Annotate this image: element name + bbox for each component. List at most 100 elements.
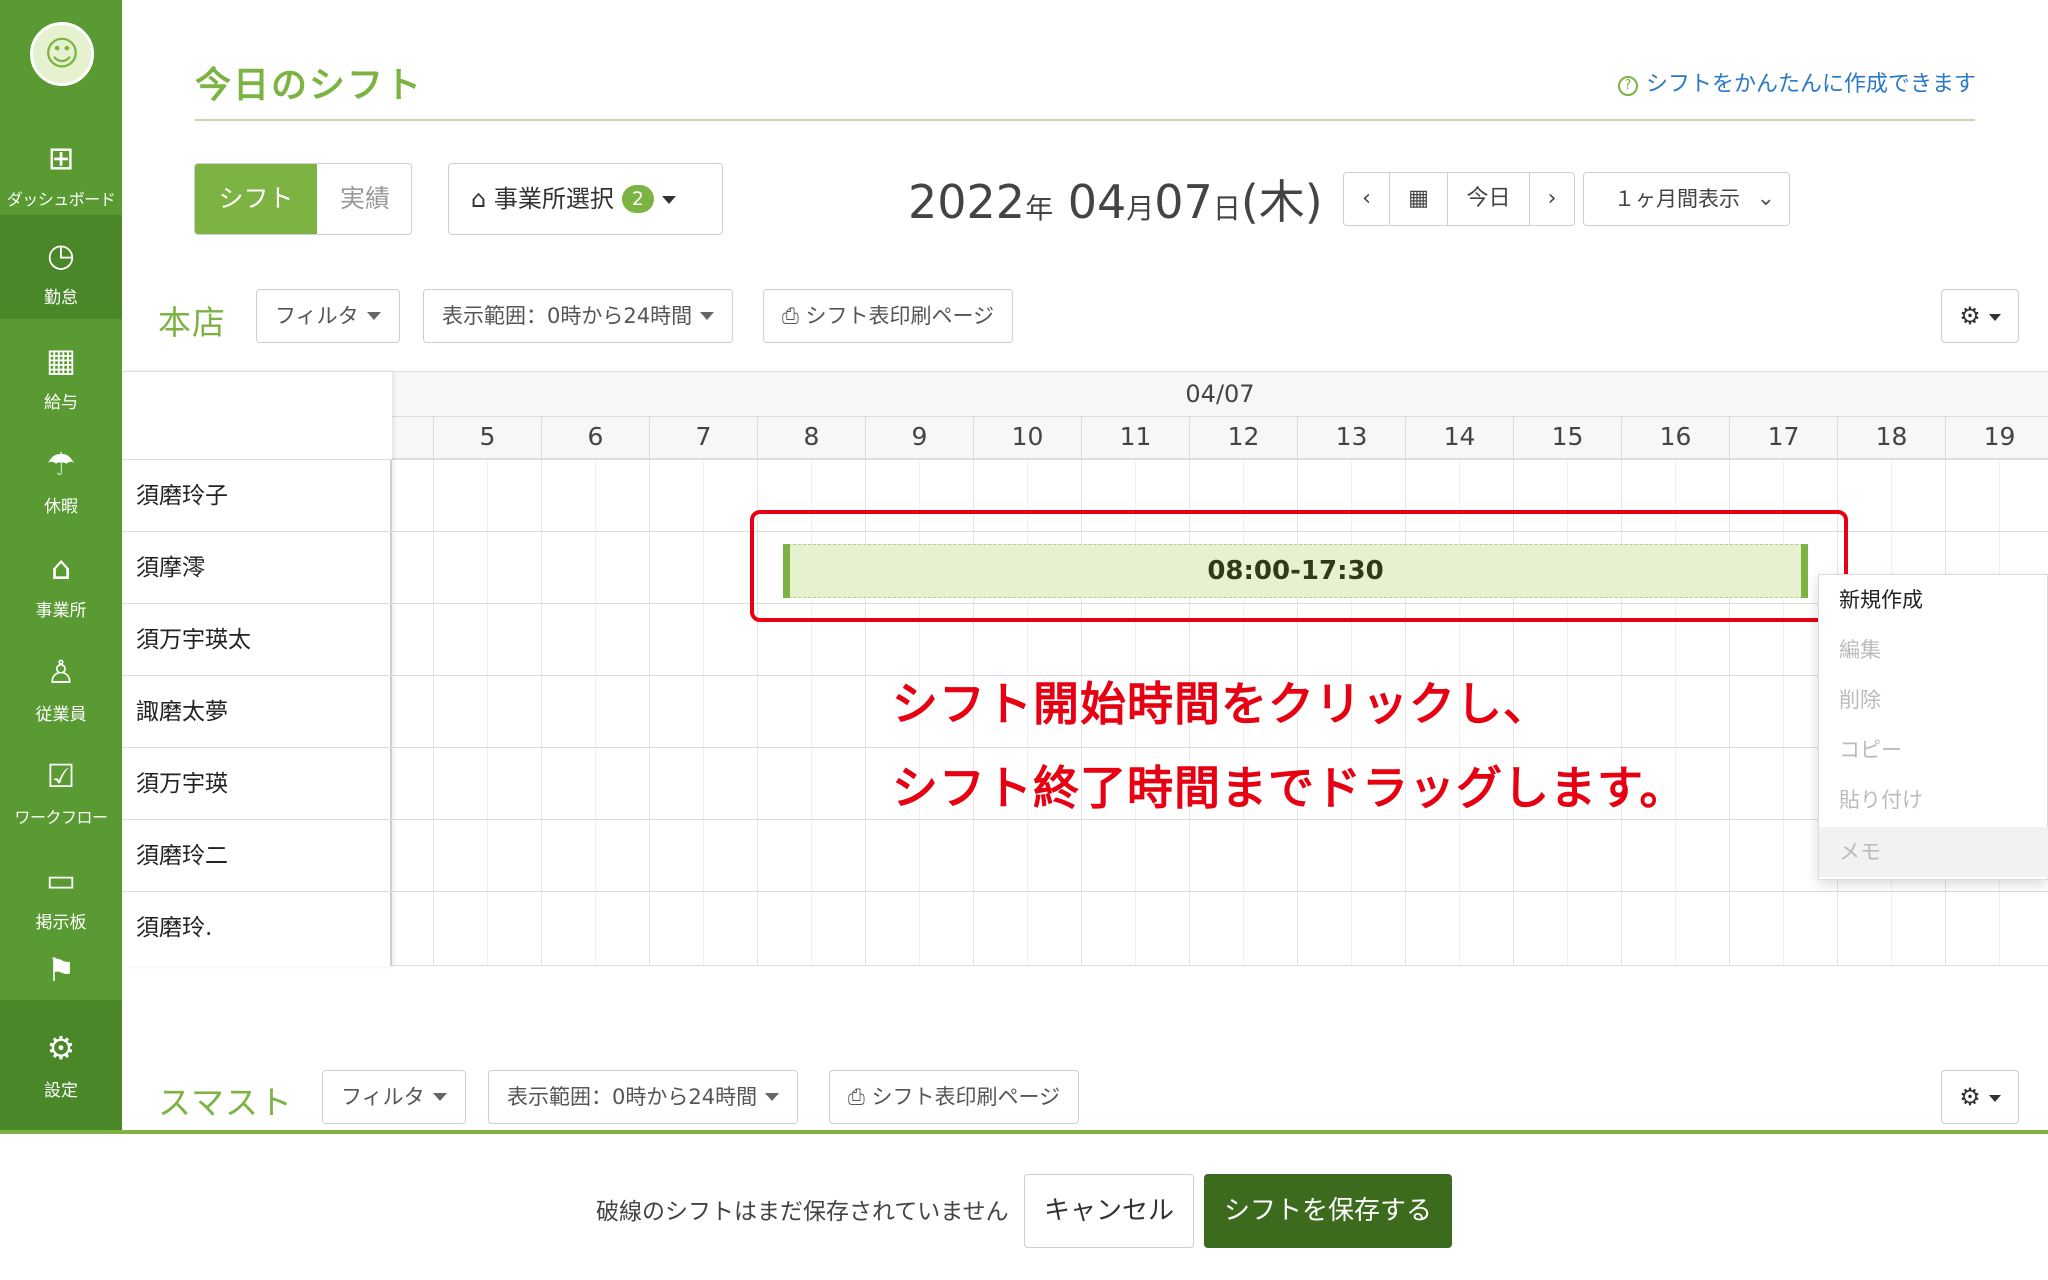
hour-label: 15: [1513, 417, 1621, 459]
sidebar-item-label: ダッシュボード: [6, 190, 116, 209]
sidebar-item-attendance[interactable]: ◷ 勤怠: [0, 215, 122, 319]
clock-icon: ◷: [47, 236, 75, 274]
hour-label: 17: [1729, 417, 1837, 459]
prev-day-button[interactable]: ‹: [1344, 173, 1390, 225]
sidebar-item-workflow[interactable]: ☑ ワークフロー: [0, 736, 122, 840]
date-day-unit: 日: [1212, 192, 1241, 225]
help-link-label: シフトをかんたんに作成できます: [1645, 72, 1976, 97]
section-settings-button[interactable]: ⚙: [1941, 289, 2019, 343]
view-range-value: １ヶ月間表示: [1614, 187, 1740, 211]
row-gridline: [392, 459, 2048, 460]
hour-label: 11: [1081, 417, 1189, 459]
employee-name-row[interactable]: 須摩澪: [122, 531, 392, 603]
sidebar-item-label: 従業員: [35, 705, 87, 725]
section-settings-button[interactable]: ⚙: [1941, 1070, 2019, 1124]
sidebar-item-employees[interactable]: ♙ 従業員: [0, 632, 122, 736]
caret-down-icon: [661, 196, 676, 204]
chevron-down-icon: ⌄: [1756, 186, 1775, 211]
sidebar-item-flag[interactable]: ⚑: [0, 944, 122, 1000]
employee-name-row[interactable]: 須磨玲二: [122, 819, 392, 891]
office-select-dropdown[interactable]: ⌂ 事業所選択 2: [448, 163, 723, 235]
hour-label: 14: [1405, 417, 1513, 459]
print-label: シフト表印刷ページ: [805, 304, 995, 328]
sidebar-item-offices[interactable]: ⌂ 事業所: [0, 528, 122, 632]
hour-label: 13: [1297, 417, 1405, 459]
filter-button[interactable]: フィルタ: [322, 1070, 466, 1124]
sidebar-item-label: 掲示板: [35, 913, 87, 933]
sidebar-item-payroll[interactable]: ▦ 給与: [0, 320, 122, 424]
sidebar-item-board[interactable]: ▭ 掲示板: [0, 840, 122, 944]
caret-down-icon: [1988, 314, 2001, 321]
toggle-shift-button[interactable]: シフト: [195, 164, 317, 234]
sidebar-item-settings[interactable]: ⚙ 設定: [0, 1008, 122, 1112]
annotation-highlight-box: [750, 510, 1848, 622]
print-shift-button[interactable]: ⎙ シフト表印刷ページ: [829, 1070, 1080, 1124]
hour-label: 18: [1837, 417, 1945, 459]
date-year-unit: 年: [1025, 192, 1054, 225]
message-board-icon: ▭: [45, 861, 77, 899]
date-month-unit: 月: [1126, 192, 1155, 225]
unsaved-message: 破線のシフトはまだ保存されていません: [596, 1199, 1009, 1225]
next-day-button[interactable]: ›: [1530, 173, 1574, 225]
filter-button[interactable]: フィルタ: [256, 289, 400, 343]
help-link[interactable]: ? シフトをかんたんに作成できます: [1617, 66, 1976, 98]
employee-name-row[interactable]: 諏磨太夢: [122, 675, 392, 747]
gear-icon: ⚙: [46, 1029, 76, 1067]
cancel-button[interactable]: キャンセル: [1024, 1174, 1194, 1248]
sidebar-item-dashboard[interactable]: ⊞ ダッシュボード: [0, 118, 122, 222]
hour-label: 10: [973, 417, 1081, 459]
date-navigation: ‹ ▦ 今日 ›: [1343, 172, 1575, 226]
date-month: 04: [1067, 175, 1127, 229]
gear-icon: ⚙: [1959, 1083, 1981, 1111]
menu-item-delete[interactable]: 削除: [1819, 675, 2048, 725]
home-icon: ⌂: [471, 185, 487, 213]
filter-label: フィルタ: [341, 1085, 425, 1109]
sidebar-settings-area: ⚙ 設定: [0, 1000, 122, 1130]
caret-down-icon: [765, 1093, 780, 1101]
toggle-actual-button[interactable]: 実績: [317, 164, 411, 234]
annotation-text-line1: シフト開始時間をクリックし、: [892, 677, 1550, 731]
sidebar-item-leave[interactable]: ☂ 休暇: [0, 424, 122, 528]
display-range-button[interactable]: 表示範囲：0時から24時間: [423, 289, 734, 343]
employee-name-row[interactable]: 須磨玲.: [122, 891, 392, 963]
user-avatar[interactable]: ☺: [30, 22, 94, 86]
row-gridline: [392, 965, 2048, 966]
menu-item-memo[interactable]: メモ: [1819, 827, 2048, 877]
office-select-label: 事業所選択: [493, 185, 614, 213]
app-root: ☺ ⊞ ダッシュボード ◷ 勤怠 ▦ 給与 ☂ 休暇 ⌂ 事業所 ♙ 従業員 ☑…: [0, 0, 2048, 1280]
menu-item-paste[interactable]: 貼り付け: [1819, 775, 2048, 825]
flag-icon: ⚑: [46, 951, 76, 989]
hour-label: 6: [541, 417, 649, 459]
view-range-select[interactable]: １ヶ月間表示 ⌄: [1583, 172, 1790, 226]
filter-label: フィルタ: [275, 304, 359, 328]
gear-icon: ⚙: [1959, 302, 1981, 330]
sidebar: ☺ ⊞ ダッシュボード ◷ 勤怠 ▦ 給与 ☂ 休暇 ⌂ 事業所 ♙ 従業員 ☑…: [0, 0, 122, 1130]
menu-item-copy[interactable]: コピー: [1819, 725, 2048, 775]
hour-label: 19: [1945, 417, 2048, 459]
caret-down-icon: [700, 312, 715, 320]
hour-label: 8: [757, 417, 865, 459]
save-shift-button[interactable]: シフトを保存する: [1204, 1174, 1452, 1248]
today-button[interactable]: 今日: [1448, 173, 1530, 225]
hour-gridline: [433, 459, 434, 966]
home-icon: ⌂: [50, 549, 72, 587]
print-shift-button[interactable]: ⎙ シフト表印刷ページ: [763, 289, 1014, 343]
shift-actual-toggle: シフト 実績: [194, 163, 412, 235]
menu-item-edit[interactable]: 編集: [1819, 625, 2048, 675]
date-weekday: (木): [1240, 175, 1323, 229]
sidebar-item-label: 勤怠: [44, 288, 78, 308]
date-year: 2022: [908, 175, 1026, 229]
employee-name-row[interactable]: 須万宇瑛太: [122, 603, 392, 675]
employee-name-row[interactable]: 須万宇瑛: [122, 747, 392, 819]
caret-down-icon: [1988, 1095, 2001, 1102]
hour-label: 4: [392, 417, 433, 459]
calculator-icon: ▦: [45, 341, 77, 379]
employee-name-row[interactable]: 須磨玲子: [122, 459, 392, 531]
calendar-button[interactable]: ▦: [1390, 173, 1448, 225]
timeline-date-header: 04/07: [392, 371, 2048, 417]
menu-item-new[interactable]: 新規作成: [1819, 575, 2048, 625]
hour-label: 9: [865, 417, 973, 459]
row-gridline: [392, 747, 2048, 748]
context-menu: 新規作成 編集 削除 コピー 貼り付け メモ: [1818, 574, 2048, 880]
display-range-button[interactable]: 表示範囲：0時から24時間: [488, 1070, 799, 1124]
